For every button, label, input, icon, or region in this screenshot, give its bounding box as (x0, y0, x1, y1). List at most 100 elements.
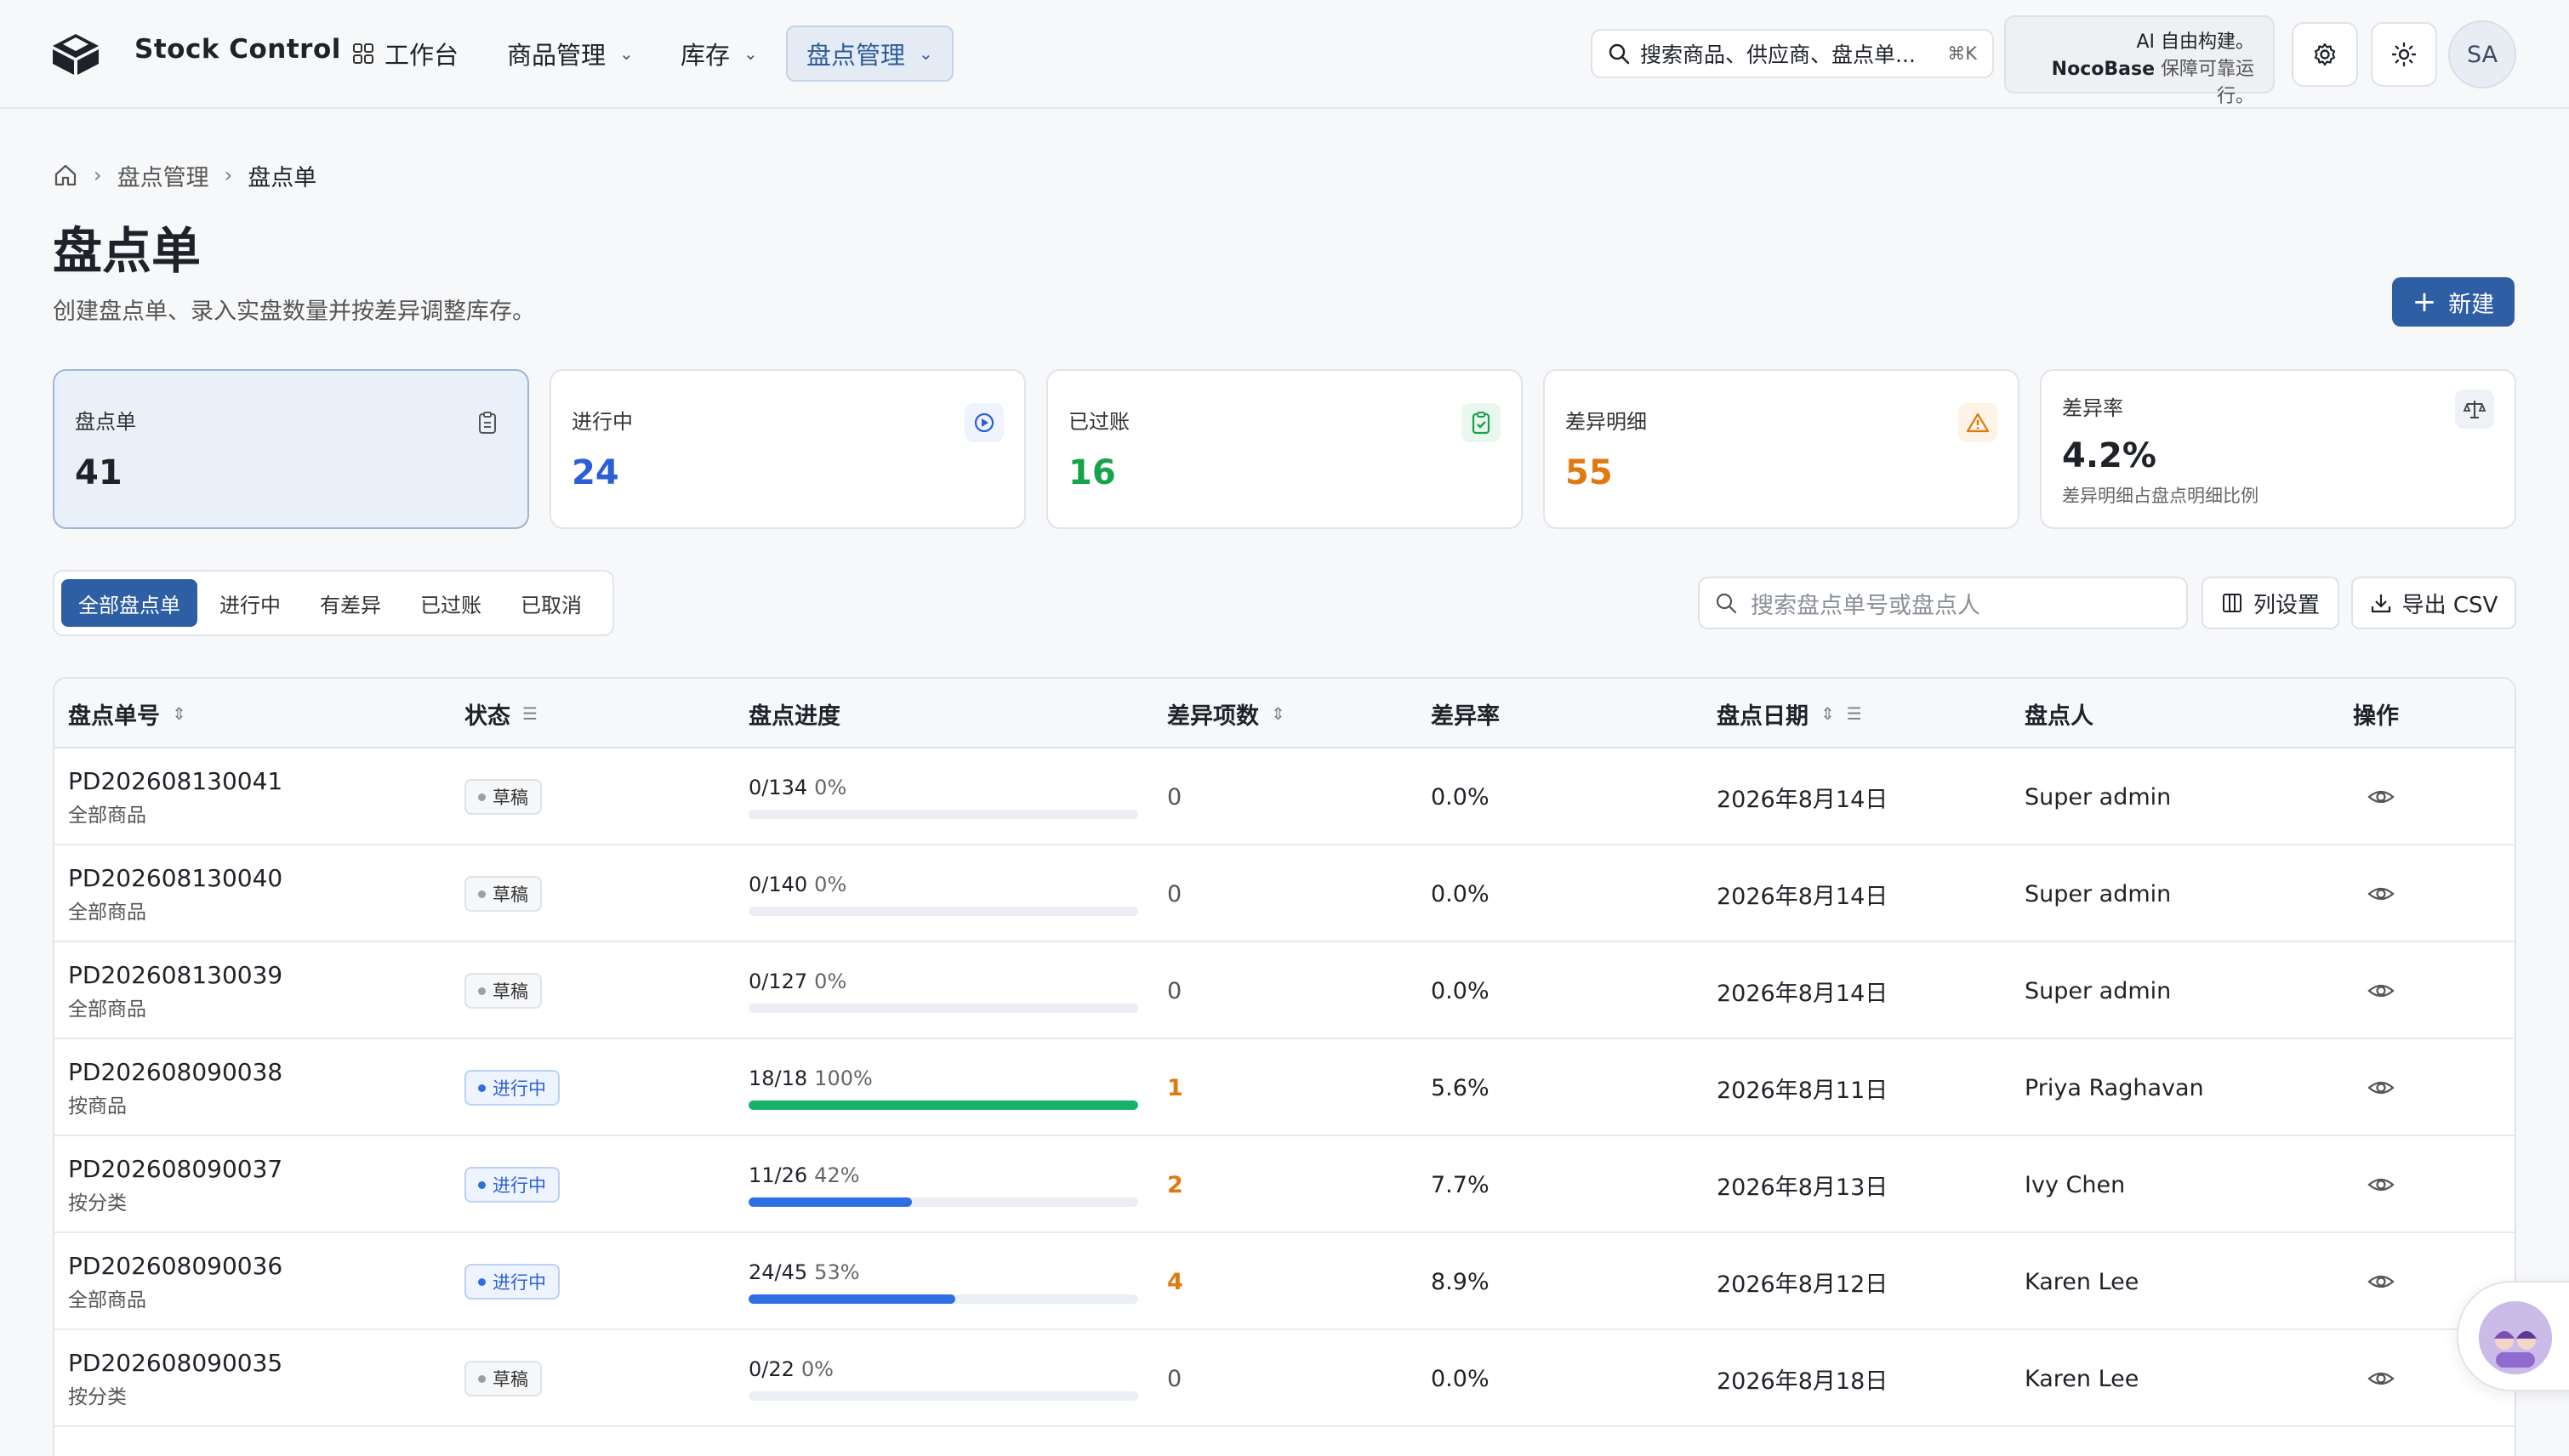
stocktake-date: 2026年8月14日 (1717, 980, 1888, 1007)
stat-value: 24 (572, 453, 619, 492)
app-logo-icon[interactable] (51, 32, 100, 77)
diff-count: 0 (1167, 783, 1182, 810)
chevron-down-icon: ⌄ (919, 43, 933, 64)
ai-assistant-button[interactable] (2457, 1281, 2569, 1391)
nav-inventory[interactable]: 库存 ⌄ (662, 26, 777, 82)
breadcrumb-parent[interactable]: 盘点管理 (117, 159, 209, 192)
status-dot-icon (478, 890, 486, 898)
progress-bar-fill (749, 1294, 955, 1304)
app-title[interactable]: Stock Control (134, 34, 341, 65)
cell-status: 进行中 (464, 1039, 560, 1136)
counter-name: Karen Lee (2025, 1268, 2139, 1295)
table-search-input[interactable]: 搜索盘点单号或盘点人 (1698, 577, 2188, 629)
stat-card-total[interactable]: 盘点单 41 (53, 369, 529, 529)
search-shortcut: ⌘K (1947, 43, 1977, 64)
new-button-label: 新建 (2448, 291, 2495, 318)
nocobase-promo[interactable]: AI 自由构建。 NocoBase 保障可靠运行。 (2004, 15, 2275, 107)
column-settings-button[interactable]: 列设置 (2202, 577, 2339, 629)
column-header-id[interactable]: 盘点单号 ⇕ (68, 679, 186, 748)
stocktake-id[interactable]: PD202608090036 (68, 1252, 282, 1280)
cell-id[interactable]: PD202608090038 按商品 (68, 1039, 282, 1136)
stat-card-in-progress[interactable]: 进行中 24 (550, 369, 1026, 529)
table-row[interactable]: PD202608090038 按商品 进行中 18/18 100% 1 5.6% 2026年8… (54, 1039, 2515, 1136)
view-eye-icon[interactable] (2367, 1170, 2395, 1199)
progress-bar (749, 1003, 1138, 1013)
settings-button[interactable] (2292, 22, 2358, 87)
stat-card-variance-rate[interactable]: 差异率 4.2% 差异明细占盘点明细比例 (2040, 369, 2516, 529)
cell-id[interactable]: PD202608130040 全部商品 (68, 845, 282, 942)
table-row[interactable]: PD202608130040 全部商品 草稿 0/140 0% 0 0.0% 2026年8月1… (54, 845, 2515, 942)
column-header-date[interactable]: 盘点日期 ⇕ ☰ (1717, 679, 1862, 748)
nav-workbench[interactable]: 工作台 (333, 26, 477, 82)
column-header-diff-count[interactable]: 差异项数 ⇕ (1167, 679, 1285, 748)
filter-icon[interactable]: ☰ (1847, 703, 1862, 724)
sort-icon[interactable]: ⇕ (1271, 703, 1285, 724)
sort-icon[interactable]: ⇕ (172, 703, 186, 724)
progress-percent: 100% (814, 1066, 873, 1090)
cell-date: 2026年8月18日 (1717, 1330, 1888, 1427)
table-row[interactable]: PD202608090036 全部商品 进行中 24/45 53% 4 8.9% 2026年8… (54, 1233, 2515, 1330)
view-eye-icon[interactable] (2367, 1267, 2395, 1296)
cell-id[interactable]: PD202608090037 按分类 (68, 1136, 282, 1233)
view-eye-icon[interactable] (2367, 1364, 2395, 1393)
stocktake-id[interactable]: PD202608090035 (68, 1349, 282, 1377)
column-header-label: 盘点进度 (749, 702, 840, 730)
stocktake-id[interactable]: PD202608130039 (68, 961, 282, 989)
stocktake-id[interactable]: PD202608090037 (68, 1155, 282, 1183)
cell-diff-rate: 0.0% (1431, 748, 1490, 845)
plus-icon: + (2412, 285, 2437, 319)
tab-has-variance[interactable]: 有差异 (303, 579, 398, 627)
column-header-label: 盘点单号 (68, 702, 160, 730)
stocktake-scope: 全部商品 (68, 998, 146, 1021)
stocktake-id[interactable]: PD202608130041 (68, 767, 282, 795)
column-header-status[interactable]: 状态 ☰ (464, 679, 538, 748)
diff-count: 0 (1167, 977, 1182, 1004)
table-row[interactable]: PD202608090037 按分类 进行中 11/26 42% 2 7.7% 2026年8月… (54, 1136, 2515, 1233)
table-row[interactable]: PD202608090035 按分类 草稿 0/22 0% 0 0.0% 2026年8月18日… (54, 1330, 2515, 1427)
cell-actions (2367, 942, 2395, 1039)
stat-value: 16 (1068, 453, 1116, 492)
cell-id[interactable]: PD202608130039 全部商品 (68, 942, 282, 1039)
home-icon[interactable] (53, 162, 78, 188)
stocktake-id[interactable]: PD202608130040 (68, 864, 282, 892)
status-dot-icon (478, 1374, 486, 1383)
cell-id[interactable]: PD202608090035 按分类 (68, 1330, 282, 1427)
stat-value: 4.2% (2062, 436, 2156, 475)
stocktake-id[interactable]: PD202608090038 (68, 1058, 282, 1086)
cell-diff-count: 1 (1167, 1039, 1183, 1136)
global-search[interactable]: 搜索商品、供应商、盘点单... ⌘K (1591, 29, 1994, 78)
view-eye-icon[interactable] (2367, 1073, 2395, 1102)
stat-label: 盘点单 (75, 410, 136, 434)
view-eye-icon[interactable] (2367, 976, 2395, 1005)
status-badge: 进行中 (464, 1264, 560, 1300)
table-row[interactable]: PD202608130039 全部商品 草稿 0/127 0% 0 0.0% 2026年8月1… (54, 942, 2515, 1039)
filter-icon[interactable]: ☰ (522, 703, 538, 724)
sort-icon[interactable]: ⇕ (1820, 703, 1835, 724)
cell-progress: 0/127 0% (749, 942, 1138, 1039)
table-row[interactable]: PD202608130041 全部商品 草稿 0/134 0% 0 0.0% 2026年8月1… (54, 748, 2515, 845)
tab-cancelled[interactable]: 已取消 (504, 579, 599, 627)
status-dot-icon (478, 1083, 486, 1092)
view-eye-icon[interactable] (2367, 782, 2395, 811)
nav-stocktake[interactable]: 盘点管理 ⌄ (786, 26, 954, 82)
stat-card-variance-lines[interactable]: 差异明细 55 (1543, 369, 2019, 529)
cell-id[interactable]: PD202608130041 全部商品 (68, 748, 282, 845)
theme-toggle-button[interactable] (2371, 22, 2437, 87)
user-avatar[interactable]: SA (2448, 20, 2516, 88)
cell-id[interactable]: PD202608090036 全部商品 (68, 1233, 282, 1330)
progress-percent: 53% (814, 1260, 860, 1284)
stat-card-posted[interactable]: 已过账 16 (1046, 369, 1523, 529)
progress-text: 0/140 0% (749, 873, 846, 896)
progress-bar (749, 1391, 1138, 1401)
tab-all[interactable]: 全部盘点单 (61, 579, 197, 627)
progress-count: 0/140 (749, 872, 808, 896)
new-button[interactable]: + 新建 (2392, 277, 2515, 327)
nav-stocktake-label: 盘点管理 (806, 41, 906, 70)
tab-posted[interactable]: 已过账 (403, 579, 498, 627)
nav-products[interactable]: 商品管理 ⌄ (488, 26, 652, 82)
export-csv-button[interactable]: 导出 CSV (2351, 577, 2516, 629)
progress-bar (749, 1100, 1138, 1110)
diff-count: 1 (1167, 1074, 1183, 1101)
tab-in-progress[interactable]: 进行中 (202, 579, 298, 627)
view-eye-icon[interactable] (2367, 879, 2395, 908)
